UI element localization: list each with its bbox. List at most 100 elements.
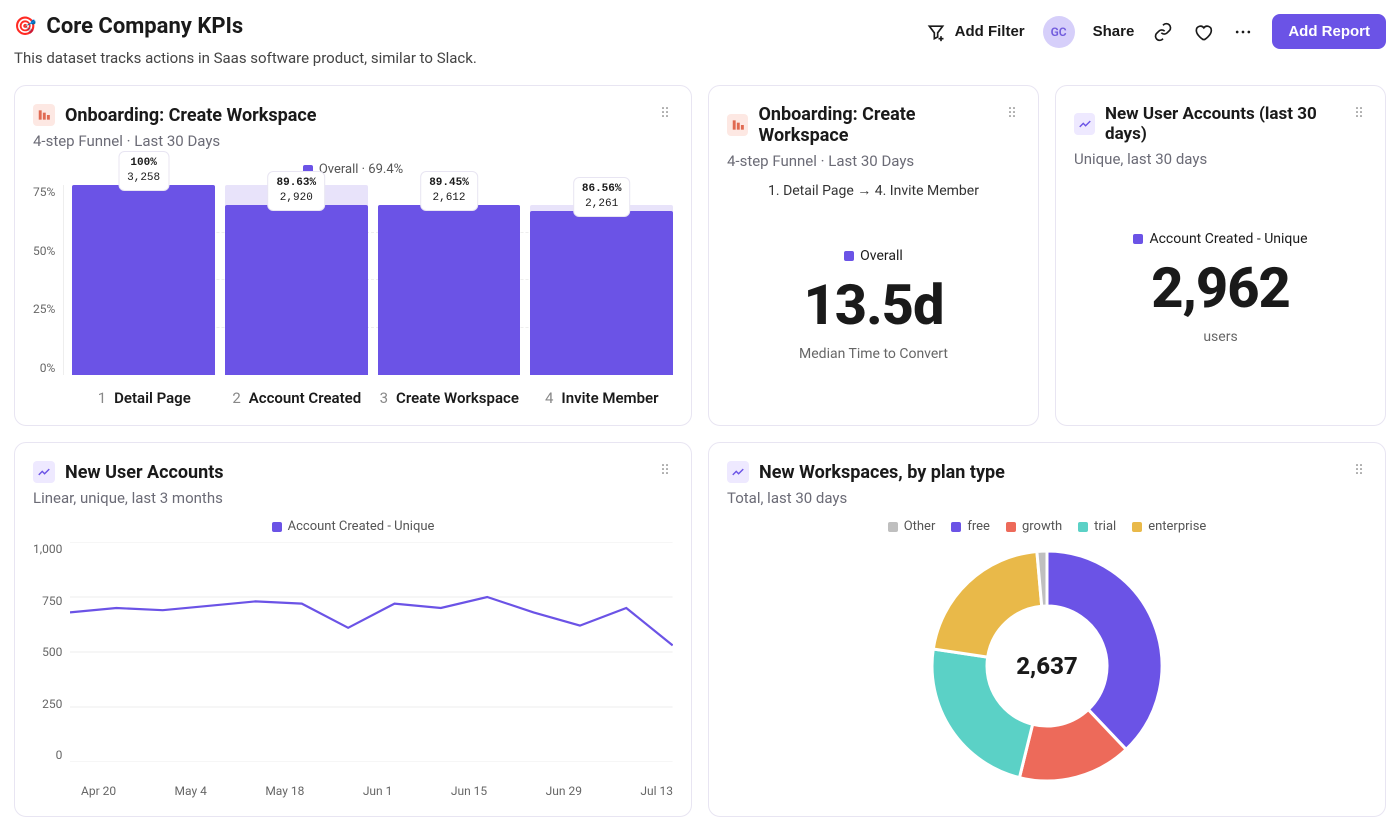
user-avatar[interactable]: GC	[1043, 16, 1075, 48]
swatch-growth	[1006, 522, 1016, 532]
xtick: Jun 29	[546, 784, 582, 798]
filter-icon	[925, 21, 947, 43]
header-left: 🎯 Core Company KPIs This dataset tracks …	[14, 14, 477, 67]
card-new-users-value: New User Accounts (last 30 days) Unique,…	[1055, 85, 1386, 426]
swatch-other	[888, 522, 898, 532]
share-label: Share	[1093, 23, 1135, 40]
xtick: Jul 13	[640, 784, 673, 798]
header-actions: Add Filter GC Share Add Report	[925, 14, 1386, 49]
new-users-value: 2,962	[1151, 255, 1290, 321]
card-title: Onboarding: Create Workspace	[758, 104, 1004, 146]
funnel-step-label: 2Account Created	[226, 389, 369, 407]
funnel-bar: 89.45%2,612	[378, 185, 521, 375]
legend-label: trial	[1094, 519, 1116, 534]
card-new-users-line: New User Accounts Linear, unique, last 3…	[14, 442, 692, 817]
swatch-trial	[1078, 522, 1088, 532]
drag-handle-icon[interactable]	[657, 461, 673, 477]
chart-icon	[1074, 113, 1095, 135]
donut-legend: Other free growth trial enterprise	[727, 519, 1367, 534]
funnel-icon	[727, 114, 748, 136]
share-button[interactable]: Share	[1093, 23, 1135, 40]
xtick: Jun 15	[451, 784, 487, 798]
funnel-icon	[33, 104, 55, 126]
median-time-value: 13.5d	[804, 272, 944, 338]
ytick: 0	[33, 748, 62, 762]
journey-path: 1. Detail Page → 4. Invite Member	[727, 170, 1020, 203]
legend-label: enterprise	[1148, 519, 1206, 534]
ytick: 500	[33, 645, 62, 659]
swatch-overall	[844, 251, 854, 261]
funnel-bar: 100%3,258	[72, 185, 215, 375]
page-header: 🎯 Core Company KPIs This dataset tracks …	[14, 14, 1386, 67]
page-title: Core Company KPIs	[46, 14, 243, 39]
xtick: Jun 1	[363, 784, 393, 798]
legend-label: growth	[1022, 519, 1062, 534]
drag-handle-icon[interactable]	[1004, 104, 1020, 120]
add-report-button[interactable]: Add Report	[1272, 14, 1386, 49]
swatch-account-created	[272, 522, 282, 532]
card-subtitle: 4-step Funnel · Last 30 Days	[33, 132, 316, 150]
legend-label: free	[967, 519, 990, 534]
drag-handle-icon[interactable]	[1351, 104, 1367, 120]
funnel-chart: 75% 50% 25% 0% 100%3,25889.63%2,92089.45…	[33, 185, 673, 375]
xtick: May 4	[175, 784, 207, 798]
more-icon[interactable]	[1232, 21, 1254, 43]
funnel-bar: 89.63%2,920	[225, 185, 368, 375]
median-time-sub: Median Time to Convert	[799, 346, 948, 362]
card-subtitle: 4-step Funnel · Last 30 Days	[727, 152, 1004, 170]
funnel-step-label: 4Invite Member	[531, 389, 674, 407]
ytick: 250	[33, 697, 62, 711]
line-legend: Account Created - Unique	[33, 519, 673, 534]
funnel-steps: 1Detail Page 2Account Created 3Create Work…	[33, 389, 673, 407]
card-title: Onboarding: Create Workspace	[65, 105, 316, 126]
swatch-account-created	[1133, 234, 1143, 244]
ytick: 0%	[33, 361, 55, 375]
new-users-sub: users	[1203, 329, 1237, 345]
chart-icon	[33, 461, 55, 483]
legend-label: Account Created - Unique	[1149, 231, 1307, 247]
funnel-bar: 86.56%2,261	[530, 185, 673, 375]
line-y-axis: 1,000 750 500 250 0	[33, 542, 70, 762]
funnel-y-axis: 75% 50% 25% 0%	[33, 185, 63, 375]
donut-chart: 2,637	[727, 534, 1367, 798]
donut-center-value: 2,637	[1016, 652, 1078, 680]
card-title: New Workspaces, by plan type	[759, 462, 1005, 483]
funnel-step-label: 1Detail Page	[73, 389, 216, 407]
ytick: 25%	[33, 302, 55, 316]
card-subtitle: Total, last 30 days	[727, 489, 1005, 507]
ytick: 50%	[33, 244, 55, 258]
drag-handle-icon[interactable]	[657, 104, 673, 120]
donut-slice-enterprise	[933, 551, 1041, 657]
link-icon[interactable]	[1152, 21, 1174, 43]
card-title: New User Accounts (last 30 days)	[1105, 104, 1351, 144]
drag-handle-icon[interactable]	[1351, 461, 1367, 477]
card-time-to-convert: Onboarding: Create Workspace 4-step Funn…	[708, 85, 1039, 426]
card-subtitle: Linear, unique, last 3 months	[33, 489, 224, 507]
xtick: May 18	[265, 784, 304, 798]
chart-icon	[727, 461, 749, 483]
page-description: This dataset tracks actions in Saas soft…	[14, 49, 477, 67]
donut-slice-free	[1047, 551, 1162, 749]
line-x-axis: Apr 20 May 4 May 18 Jun 1 Jun 15 Jun 29 Jul 13	[33, 776, 673, 798]
legend-label: Overall · 69.4%	[319, 162, 403, 177]
card-title: New User Accounts	[65, 462, 224, 483]
xtick: Apr 20	[81, 784, 116, 798]
add-filter-button[interactable]: Add Filter	[925, 21, 1025, 43]
ytick: 75%	[33, 185, 55, 199]
card-subtitle: Unique, last 30 days	[1074, 150, 1351, 168]
cards-grid: Onboarding: Create Workspace 4-step Funn…	[14, 85, 1386, 817]
heart-icon[interactable]	[1192, 21, 1214, 43]
legend-label: Account Created - Unique	[288, 519, 435, 534]
swatch-free	[951, 522, 961, 532]
funnel-step-label: 3Create Workspace	[378, 389, 521, 407]
ytick: 1,000	[33, 542, 62, 556]
line-chart	[70, 542, 673, 762]
title-row: 🎯 Core Company KPIs	[14, 14, 477, 39]
legend-label: Other	[904, 519, 936, 534]
swatch-enterprise	[1132, 522, 1142, 532]
card-onboarding-funnel: Onboarding: Create Workspace 4-step Funn…	[14, 85, 692, 426]
card-workspaces-donut: New Workspaces, by plan type Total, last…	[708, 442, 1386, 817]
dashboard-emoji-icon: 🎯	[14, 16, 36, 37]
ytick: 750	[33, 594, 62, 608]
legend-label: Overall	[860, 248, 903, 264]
